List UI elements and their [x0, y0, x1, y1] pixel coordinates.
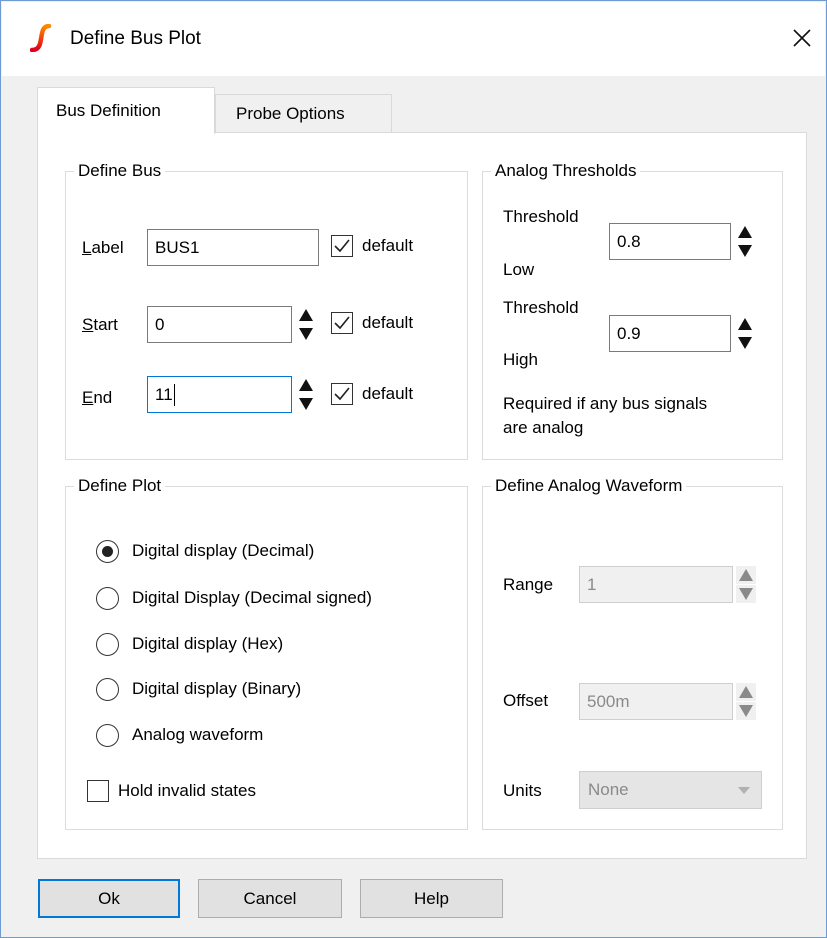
radio-binary[interactable]: [96, 678, 119, 701]
threshold-high-value: 0.9: [617, 323, 641, 343]
tab-bus-definition[interactable]: Bus Definition: [37, 87, 215, 134]
offset-spinner: [736, 683, 756, 720]
spin-up-icon[interactable]: [296, 376, 316, 394]
threshold-low-input[interactable]: 0.8: [609, 223, 731, 260]
help-button-label: Help: [414, 888, 449, 908]
group-title: Define Analog Waveform: [495, 476, 683, 495]
spin-up-icon[interactable]: [296, 306, 316, 324]
help-button[interactable]: Help: [360, 879, 503, 918]
text-caret: [173, 383, 175, 406]
threshold-high-input[interactable]: 0.9: [609, 315, 731, 352]
start-default-text: default: [362, 313, 414, 332]
offset-input[interactable]: 500m: [579, 683, 733, 720]
label-input-value: BUS1: [155, 237, 200, 257]
radio-decimal[interactable]: [96, 540, 119, 563]
end-input[interactable]: 11: [147, 376, 292, 413]
hold-invalid-checkbox[interactable]: [87, 780, 109, 802]
end-default-text: default: [362, 384, 414, 403]
start-field-label: Start: [82, 315, 118, 334]
radio-hex-label: Digital display (Hex): [132, 634, 284, 653]
tab-label: Bus Definition: [56, 101, 161, 120]
radio-analog-waveform-label: Analog waveform: [132, 725, 264, 744]
hold-invalid-label: Hold invalid states: [118, 781, 256, 800]
units-label: Units: [503, 781, 542, 800]
offset-label: Offset: [503, 691, 549, 710]
end-input-value: 11: [155, 384, 173, 404]
checkmark-icon: [334, 239, 350, 253]
threshold-note-line2: are analog: [503, 418, 584, 437]
range-value: 1: [587, 574, 597, 594]
tab-probe-options[interactable]: Probe Options: [215, 94, 392, 133]
end-field-label: End: [82, 388, 113, 407]
dialog-window: Define Bus Plot Bus Definition Probe Opt…: [0, 0, 827, 938]
spin-up-icon[interactable]: [736, 566, 756, 584]
end-spinner: [296, 376, 316, 413]
spin-down-icon[interactable]: [735, 242, 755, 260]
spin-down-icon[interactable]: [296, 395, 316, 413]
threshold-note-line1: Required if any bus signals: [503, 394, 708, 413]
checkmark-icon: [334, 316, 350, 330]
threshold-low-value: 0.8: [617, 231, 641, 251]
radio-decimal-signed[interactable]: [96, 587, 119, 610]
units-value: None: [588, 780, 629, 799]
radio-analog-waveform[interactable]: [96, 724, 119, 747]
title-bar: Define Bus Plot: [2, 2, 825, 76]
spin-up-icon[interactable]: [735, 223, 755, 241]
radio-decimal-label: Digital display (Decimal): [132, 541, 315, 560]
start-default-checkbox[interactable]: [331, 312, 353, 334]
group-title: Define Bus: [78, 161, 162, 180]
radio-decimal-signed-label: Digital Display (Decimal signed): [132, 588, 372, 607]
ok-button[interactable]: Ok: [38, 879, 180, 918]
range-input[interactable]: 1: [579, 566, 733, 603]
close-button[interactable]: [782, 18, 822, 58]
spin-down-icon[interactable]: [735, 334, 755, 352]
threshold-low-label-top: Threshold: [503, 207, 579, 226]
tab-label: Probe Options: [236, 104, 345, 123]
range-spinner: [736, 566, 756, 603]
label-field-label: Label: [82, 238, 124, 257]
units-select[interactable]: None: [579, 771, 762, 809]
spin-down-icon[interactable]: [736, 702, 756, 720]
app-logo-icon: [30, 24, 52, 52]
end-default-checkbox[interactable]: [331, 383, 353, 405]
checkmark-icon: [334, 387, 350, 401]
start-input-value: 0: [155, 314, 165, 334]
start-spinner: [296, 306, 316, 343]
spin-up-icon[interactable]: [736, 683, 756, 701]
radio-hex[interactable]: [96, 633, 119, 656]
cancel-button[interactable]: Cancel: [198, 879, 342, 918]
cancel-button-label: Cancel: [243, 888, 297, 908]
spin-up-icon[interactable]: [735, 315, 755, 333]
chevron-down-icon: [738, 787, 750, 794]
group-title: Define Plot: [78, 476, 162, 495]
threshold-low-label-bottom: Low: [503, 260, 535, 279]
radio-binary-label: Digital display (Binary): [132, 679, 302, 698]
tab-panel: Define Bus Label BUS1 default Start 0 de…: [37, 132, 807, 859]
spin-down-icon[interactable]: [736, 585, 756, 603]
start-input[interactable]: 0: [147, 306, 292, 343]
offset-value: 500m: [587, 691, 630, 711]
label-default-checkbox[interactable]: [331, 235, 353, 257]
close-icon: [793, 29, 811, 47]
threshold-high-label-bottom: High: [503, 350, 538, 369]
group-title: Analog Thresholds: [495, 161, 637, 180]
threshold-low-spinner: [735, 223, 755, 260]
label-input[interactable]: BUS1: [147, 229, 319, 266]
window-title: Define Bus Plot: [70, 28, 201, 49]
range-label: Range: [503, 575, 554, 594]
ok-button-label: Ok: [98, 888, 120, 908]
threshold-high-spinner: [735, 315, 755, 352]
spin-down-icon[interactable]: [296, 325, 316, 343]
threshold-high-label-top: Threshold: [503, 298, 579, 317]
label-default-text: default: [362, 236, 414, 255]
